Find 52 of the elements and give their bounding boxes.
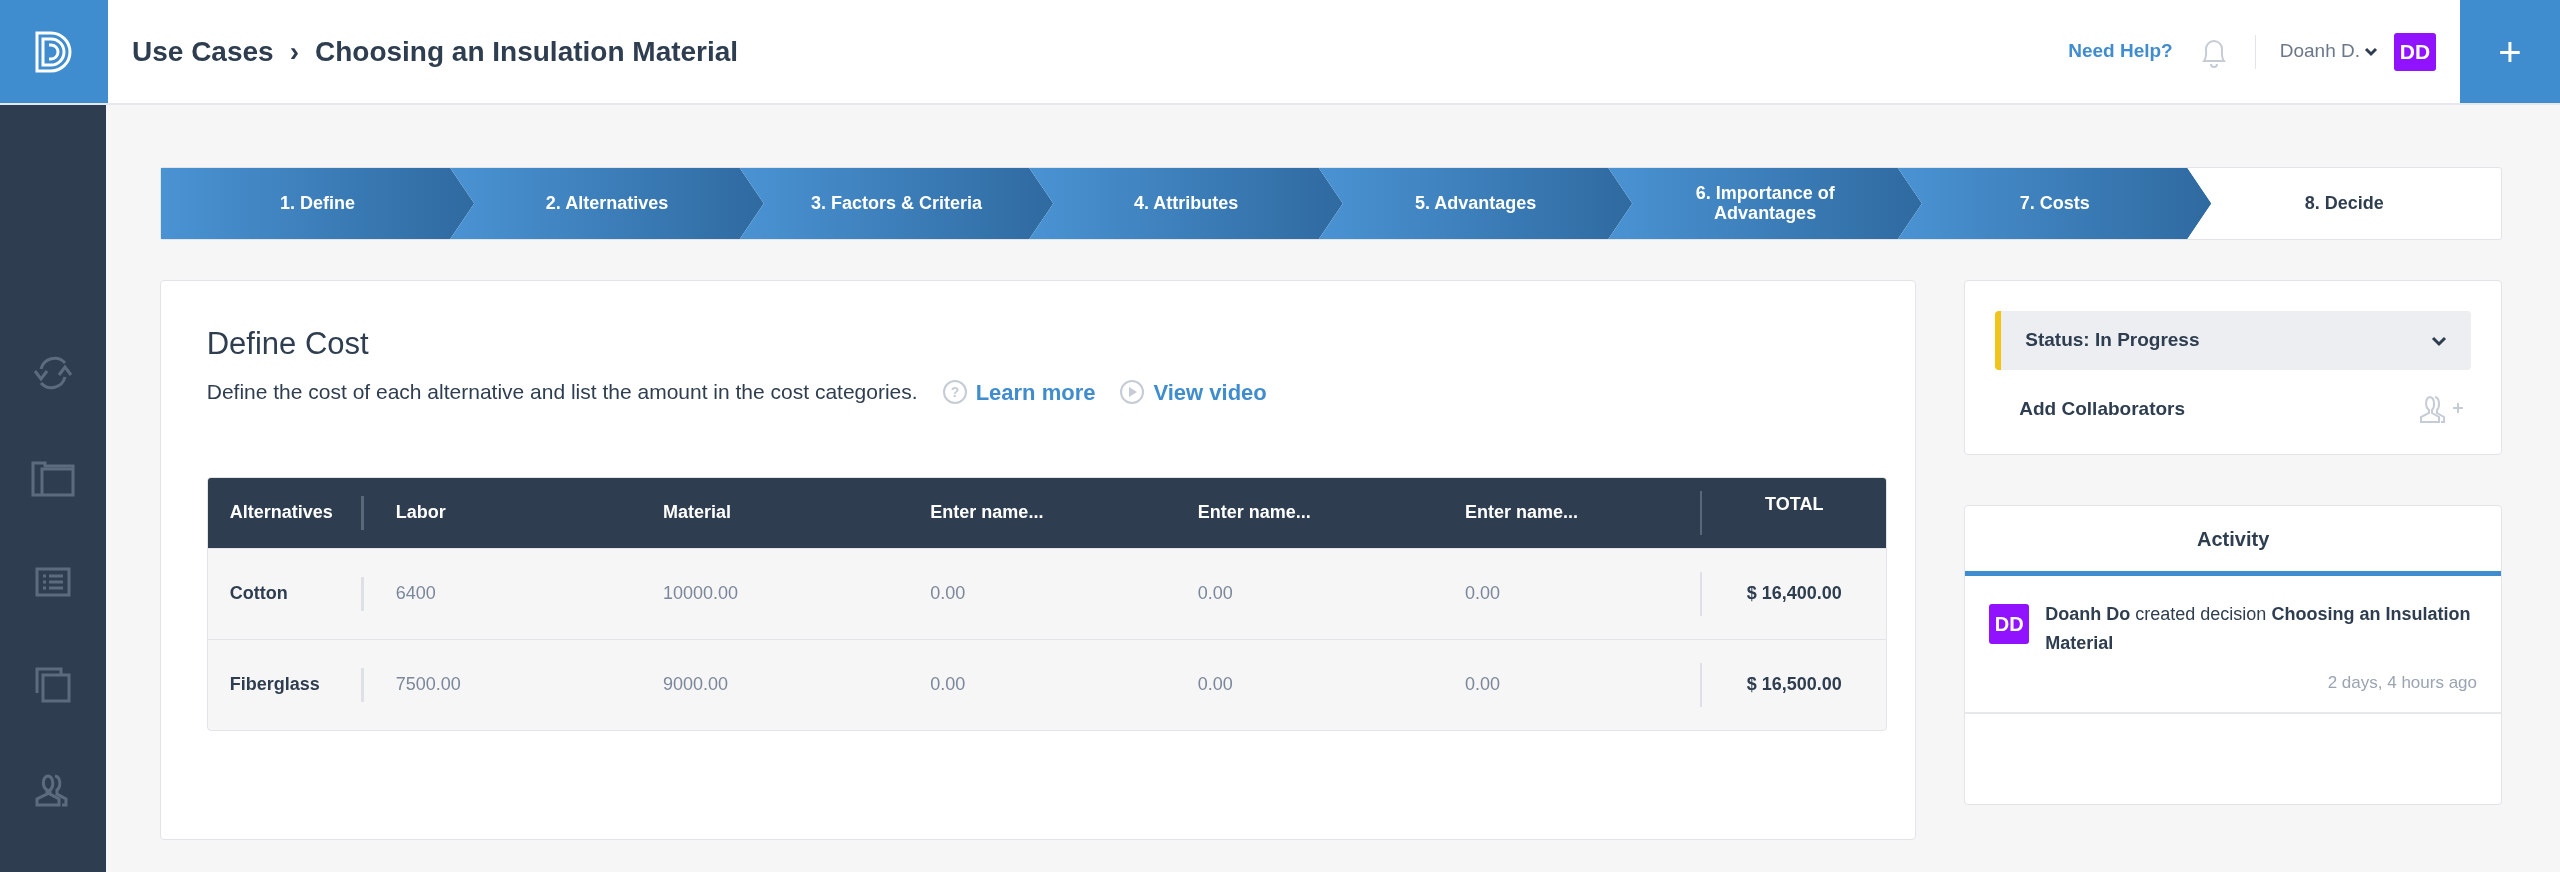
cost-field[interactable]: 7500.00 <box>393 670 632 699</box>
collaborators-label: Add Collaborators <box>2019 396 2186 421</box>
column-name-field[interactable]: Enter name... <box>1195 498 1433 527</box>
column-name-field[interactable]: Labor <box>393 498 632 527</box>
total-cell: $ 16,500.00 <box>1700 662 1887 707</box>
step-tab[interactable]: 1. Define <box>160 168 475 239</box>
help-link[interactable]: Need Help? <box>2068 37 2173 66</box>
play-icon <box>1119 379 1146 405</box>
breadcrumb-link[interactable]: Use Cases <box>132 30 274 73</box>
user-menu[interactable]: Doanh D. <box>2279 37 2378 66</box>
alternative-name: Cotton <box>207 576 364 611</box>
section-title: Define Cost <box>206 325 370 363</box>
column-name-field[interactable]: Enter name... <box>1462 498 1701 527</box>
cost-field[interactable]: 0.00 <box>1462 670 1701 699</box>
copies-icon[interactable] <box>34 667 71 703</box>
cost-field[interactable]: 0.00 <box>928 579 1166 608</box>
column-header: TOTAL <box>1700 490 1887 535</box>
activity-text: Doanh Do created decision Choosing an Insulation Material <box>2045 603 2472 655</box>
step-tab[interactable]: 6. Importance of Advantages <box>1608 168 1922 239</box>
user-avatar: DD <box>1989 604 2030 644</box>
status-dropdown[interactable]: Status: In Progress <box>1995 311 2471 370</box>
cost-field[interactable]: 6400 <box>393 579 632 608</box>
column-name-field[interactable]: Material <box>661 498 899 527</box>
step-tab[interactable]: 7. Costs <box>1897 168 2212 239</box>
folders-icon[interactable] <box>30 461 75 497</box>
add-button[interactable]: + <box>2460 0 2560 103</box>
caret-icon <box>2364 46 2378 57</box>
user-avatar[interactable]: DD <box>2394 32 2436 71</box>
page-title: Choosing an Insulation Material <box>315 34 739 69</box>
step-tab[interactable]: 5. Advantages <box>1318 168 1633 239</box>
description-text: Define the cost of each alternative and list the amount in the cost categories. <box>206 379 918 406</box>
activity-time: 2 days, 4 hours ago <box>2327 672 2477 692</box>
breadcrumb-separator: › <box>289 34 299 69</box>
view-video-link[interactable]: View video <box>1119 375 1267 409</box>
learn-more-link[interactable]: ? Learn more <box>941 375 1096 409</box>
alternative-name: Fiberglass <box>207 667 364 702</box>
cost-field[interactable]: 0.00 <box>1195 579 1433 608</box>
step-tab[interactable]: 3. Factors & Criteria <box>739 168 1054 239</box>
chevron-down-icon <box>2431 334 2447 347</box>
total-cell: $ 16,400.00 <box>1700 571 1887 616</box>
cost-field[interactable]: 0.00 <box>1462 579 1701 608</box>
list-icon[interactable] <box>34 567 71 597</box>
step-tab[interactable]: 4. Attributes <box>1029 168 1343 239</box>
help-icon: ? <box>941 379 968 405</box>
column-name-field[interactable]: Enter name... <box>928 498 1166 527</box>
column-header: Alternatives <box>207 495 364 530</box>
cost-field[interactable]: 0.00 <box>1195 670 1433 699</box>
cost-field[interactable]: 9000.00 <box>661 670 899 699</box>
cost-field[interactable]: 10000.00 <box>661 579 899 608</box>
cost-field[interactable]: 0.00 <box>928 670 1166 699</box>
activity-tab[interactable]: Activity <box>1965 506 2501 576</box>
step-tab[interactable]: 2. Alternatives <box>450 168 764 239</box>
